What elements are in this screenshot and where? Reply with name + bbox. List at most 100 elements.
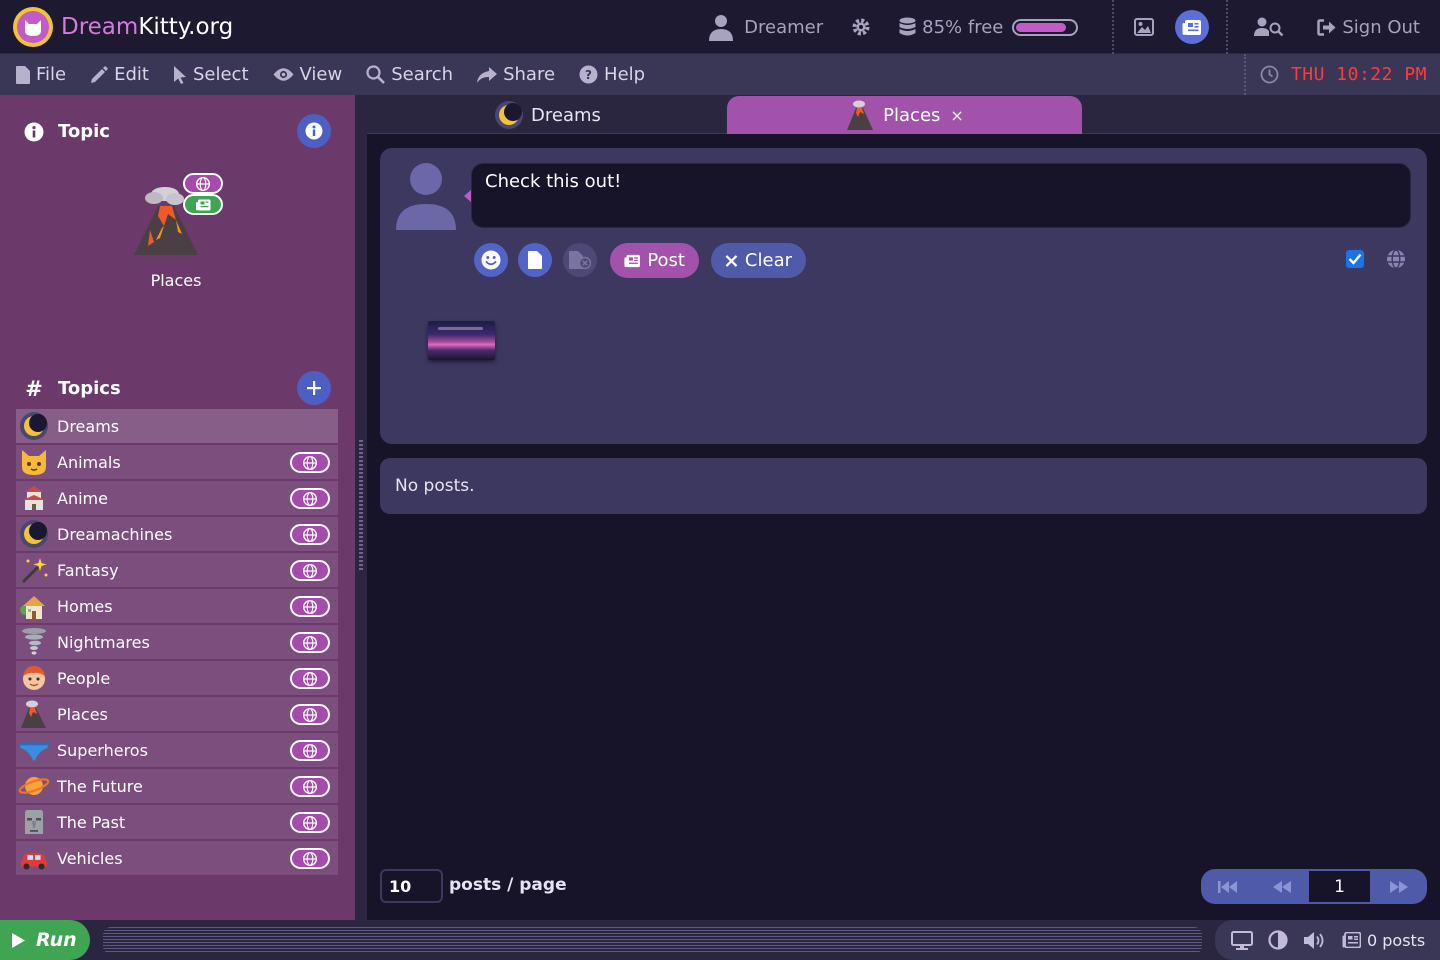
attach-file-button[interactable] — [518, 243, 552, 277]
post-button[interactable]: Post — [610, 243, 699, 278]
contrast-button[interactable] — [1268, 930, 1288, 950]
user-icon — [709, 14, 734, 41]
user-icon — [396, 163, 456, 230]
topic-item[interactable]: Fantasy — [16, 553, 338, 587]
menu-bar: File Edit Select View Search Share ? Hel… — [0, 54, 1440, 95]
topic-item[interactable]: Dreams — [16, 409, 338, 443]
emoji-button[interactable] — [474, 243, 508, 277]
topic-public-toggle[interactable] — [290, 704, 330, 725]
topic-item[interactable]: People — [16, 661, 338, 695]
info-icon — [305, 122, 323, 140]
feed-badge — [183, 194, 223, 215]
plus-icon — [307, 381, 321, 395]
next-page-button[interactable] — [1370, 869, 1427, 904]
topic-public-toggle[interactable] — [290, 560, 330, 581]
topic-public-toggle[interactable] — [290, 452, 330, 473]
monitor-icon — [1231, 930, 1253, 950]
topic-public-toggle[interactable] — [290, 488, 330, 509]
menu-help[interactable]: ? Help — [579, 64, 645, 85]
topic-item[interactable]: Vehicles — [16, 841, 338, 875]
topic-public-toggle[interactable] — [290, 596, 330, 617]
topic-info-button[interactable] — [297, 114, 331, 148]
sidebar-resize-handle[interactable] — [355, 95, 367, 920]
empty-feed-message: No posts. — [380, 458, 1427, 514]
globe-icon — [303, 851, 317, 866]
close-icon — [725, 254, 738, 267]
site-name-part1: Dream — [61, 13, 139, 40]
topic-public-toggle[interactable] — [290, 776, 330, 797]
menu-view[interactable]: View — [273, 64, 343, 85]
menu-search-label: Search — [391, 64, 454, 85]
topic-item[interactable]: Superheros — [16, 733, 338, 767]
topic-item-label: The Past — [57, 812, 126, 832]
topic-item[interactable]: Anime — [16, 481, 338, 515]
topic-item[interactable]: Nightmares — [16, 625, 338, 659]
settings-button[interactable] — [851, 17, 871, 37]
topic-item[interactable]: Animals — [16, 445, 338, 479]
topic-item[interactable]: The Future — [16, 769, 338, 803]
tab-bar: Dreams Places × — [367, 95, 1440, 134]
menu-search[interactable]: Search — [366, 64, 453, 85]
volume-button[interactable] — [1303, 931, 1327, 950]
eye-icon — [273, 68, 294, 81]
magic-wand-icon — [18, 554, 50, 586]
menu-file[interactable]: File — [16, 64, 66, 85]
site-logo[interactable]: DreamKitty.org — [13, 6, 233, 47]
tab-dreams[interactable]: Dreams — [367, 96, 727, 134]
run-button[interactable]: Run — [0, 920, 90, 960]
contrast-icon — [1268, 930, 1288, 950]
moon-icon — [18, 518, 50, 550]
current-page-number[interactable]: 1 — [1309, 869, 1370, 904]
topic-item-label: Vehicles — [57, 848, 123, 868]
checkmark-icon — [1348, 253, 1362, 265]
globe-icon — [303, 491, 317, 506]
pencil-icon — [91, 65, 108, 83]
info-icon — [24, 122, 44, 142]
globe-icon — [303, 815, 317, 830]
menu-edit[interactable]: Edit — [90, 64, 149, 85]
posts-per-page-label: posts / page — [449, 875, 567, 895]
topic-item[interactable]: The Past — [16, 805, 338, 839]
visibility-toggle[interactable] — [1386, 249, 1406, 273]
tab-close-button[interactable]: × — [950, 106, 963, 125]
topic-item[interactable]: Dreamachines — [16, 517, 338, 551]
sign-out-button[interactable]: Sign Out — [1317, 17, 1420, 38]
storage-indicator[interactable]: 85% free — [899, 17, 1079, 38]
topic-item[interactable]: Homes — [16, 589, 338, 623]
topic-public-toggle[interactable] — [290, 524, 330, 545]
menu-share[interactable]: Share — [477, 64, 555, 85]
public-checkbox[interactable] — [1346, 250, 1364, 268]
gallery-button[interactable] — [1134, 18, 1155, 36]
menu-select[interactable]: Select — [173, 64, 249, 85]
file-icon — [16, 65, 30, 84]
feed-view-button[interactable] — [1175, 10, 1210, 44]
add-topic-button[interactable] — [297, 371, 331, 405]
divider — [1226, 0, 1229, 54]
previous-page-button[interactable] — [1255, 869, 1309, 904]
topic-public-toggle[interactable] — [290, 668, 330, 689]
input-pointer — [464, 190, 471, 202]
post-text-input[interactable]: Check this out! — [471, 163, 1411, 228]
topic-public-toggle[interactable] — [290, 848, 330, 869]
newspaper-icon — [195, 199, 210, 210]
site-name: DreamKitty.org — [61, 14, 233, 40]
globe-icon — [303, 707, 317, 722]
file-remove-icon — [569, 251, 591, 269]
tab-places[interactable]: Places × — [727, 96, 1082, 134]
posts-per-page-input[interactable]: 10 — [380, 869, 443, 903]
user-search-icon — [1254, 17, 1284, 37]
menu-view-label: View — [299, 64, 343, 85]
cursor-icon — [173, 65, 186, 84]
first-page-button[interactable] — [1201, 869, 1255, 904]
topic-public-toggle[interactable] — [290, 632, 330, 653]
attached-image-thumbnail[interactable] — [428, 321, 495, 360]
topic-public-toggle[interactable] — [290, 812, 330, 833]
topic-public-toggle[interactable] — [290, 740, 330, 761]
user-menu[interactable]: Dreamer — [709, 14, 823, 41]
find-user-button[interactable] — [1254, 17, 1284, 37]
clear-button[interactable]: Clear — [711, 243, 806, 278]
topic-item[interactable]: Places — [16, 697, 338, 731]
monitor-button[interactable] — [1231, 930, 1253, 950]
remove-file-button[interactable] — [563, 243, 597, 277]
newspaper-icon — [1182, 19, 1202, 35]
